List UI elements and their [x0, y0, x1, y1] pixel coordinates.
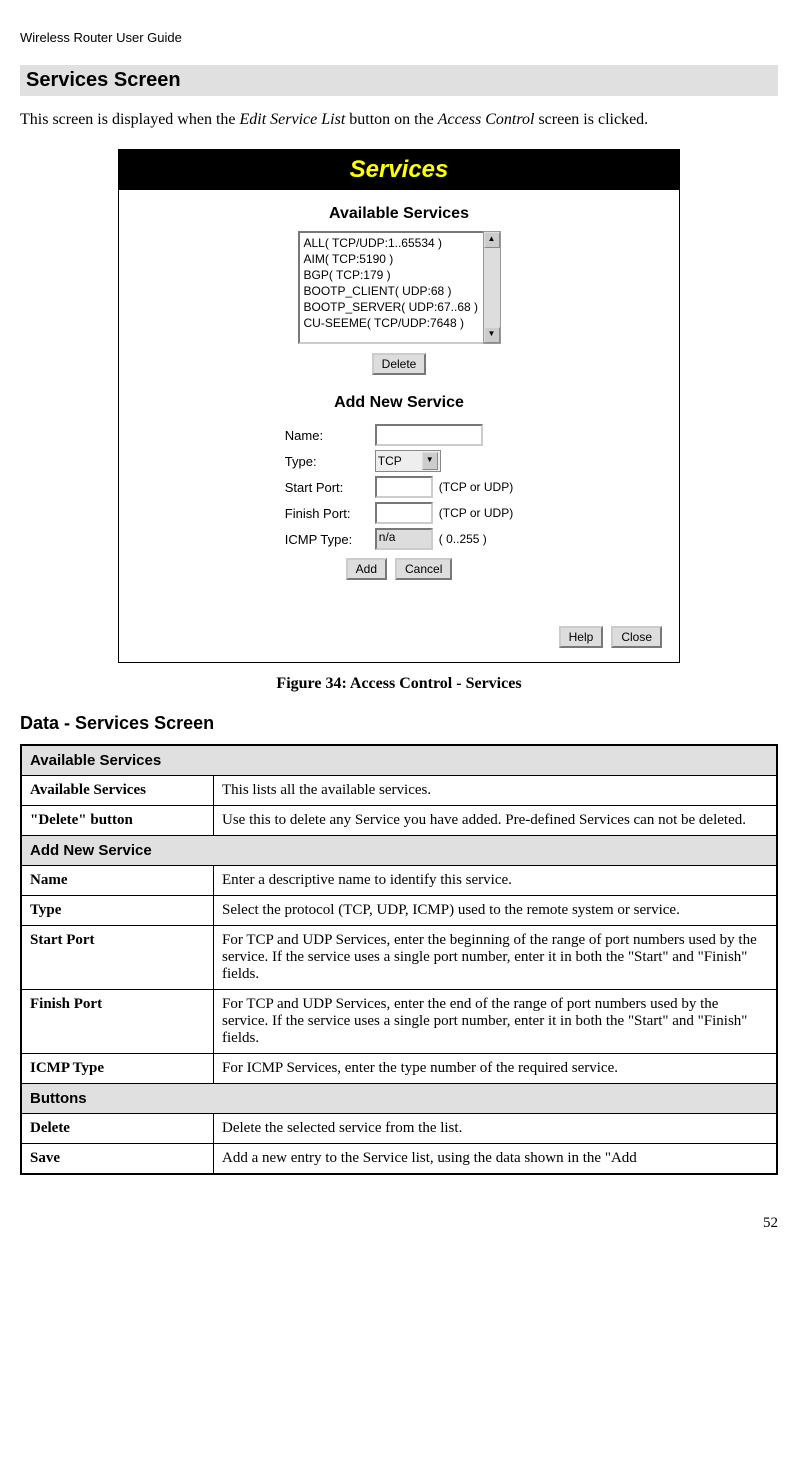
list-item[interactable]: BOOTP_CLIENT( UDP:68 )	[302, 283, 497, 299]
row-label: Save	[21, 1144, 214, 1175]
section-cell: Available Services	[21, 745, 777, 776]
row-text: Select the protocol (TCP, UDP, ICMP) use…	[214, 896, 778, 926]
start-port-label: Start Port:	[285, 480, 375, 495]
name-input[interactable]	[375, 424, 483, 446]
table-row: Start Port For TCP and UDP Services, ent…	[21, 926, 777, 990]
dialog-title: Services	[119, 150, 679, 190]
table-section-header: Add New Service	[21, 836, 777, 866]
row-label: Name	[21, 866, 214, 896]
port-suffix: (TCP or UDP)	[439, 506, 513, 520]
intro-paragraph: This screen is displayed when the Edit S…	[20, 111, 778, 129]
page-number: 52	[20, 1215, 778, 1232]
add-service-heading: Add New Service	[149, 394, 649, 412]
delete-button[interactable]: Delete	[372, 353, 427, 375]
table-section-header: Available Services	[21, 745, 777, 776]
icmp-type-input: n/a	[375, 528, 433, 550]
type-label: Type:	[285, 454, 375, 469]
list-item[interactable]: CU-SEEME( TCP/UDP:7648 )	[302, 315, 497, 331]
name-label: Name:	[285, 428, 375, 443]
add-button[interactable]: Add	[346, 558, 387, 580]
table-row: Type Select the protocol (TCP, UDP, ICMP…	[21, 896, 777, 926]
data-table: Available Services Available Services Th…	[20, 744, 778, 1175]
table-row: Finish Port For TCP and UDP Services, en…	[21, 990, 777, 1054]
section-cell: Add New Service	[21, 836, 777, 866]
services-dialog: Services Available Services ALL( TCP/UDP…	[118, 149, 680, 663]
icmp-type-label: ICMP Type:	[285, 532, 375, 547]
section-cell: Buttons	[21, 1084, 777, 1114]
help-button[interactable]: Help	[559, 626, 604, 648]
section-title: Services Screen	[20, 65, 778, 96]
row-text: Delete the selected service from the lis…	[214, 1114, 778, 1144]
row-label: Type	[21, 896, 214, 926]
type-select[interactable]: TCP ▼	[375, 450, 441, 472]
row-label: "Delete" button	[21, 806, 214, 836]
table-row: Name Enter a descriptive name to identif…	[21, 866, 777, 896]
row-text: For ICMP Services, enter the type number…	[214, 1054, 778, 1084]
table-row: Available Services This lists all the av…	[21, 776, 777, 806]
list-item[interactable]: BOOTP_SERVER( UDP:67..68 )	[302, 299, 497, 315]
row-text: This lists all the available services.	[214, 776, 778, 806]
row-text: Add a new entry to the Service list, usi…	[214, 1144, 778, 1175]
scroll-up-icon[interactable]: ▲	[484, 232, 500, 248]
services-listbox[interactable]: ALL( TCP/UDP:1..65534 ) AIM( TCP:5190 ) …	[298, 231, 501, 344]
row-text: For TCP and UDP Services, enter the begi…	[214, 926, 778, 990]
table-row: ICMP Type For ICMP Services, enter the t…	[21, 1054, 777, 1084]
row-text: For TCP and UDP Services, enter the end …	[214, 990, 778, 1054]
start-port-input[interactable]	[375, 476, 433, 498]
data-section-heading: Data - Services Screen	[20, 713, 778, 734]
finish-port-input[interactable]	[375, 502, 433, 524]
table-row: Delete Delete the selected service from …	[21, 1114, 777, 1144]
cancel-button[interactable]: Cancel	[395, 558, 452, 580]
list-item[interactable]: BGP( TCP:179 )	[302, 267, 497, 283]
list-item[interactable]: AIM( TCP:5190 )	[302, 251, 497, 267]
row-label: Start Port	[21, 926, 214, 990]
row-text: Enter a descriptive name to identify thi…	[214, 866, 778, 896]
scroll-down-icon[interactable]: ▼	[484, 327, 500, 343]
row-label: Available Services	[21, 776, 214, 806]
page-header: Wireless Router User Guide	[20, 30, 778, 45]
close-button[interactable]: Close	[611, 626, 662, 648]
port-suffix: (TCP or UDP)	[439, 480, 513, 494]
icmp-suffix: ( 0..255 )	[439, 532, 487, 546]
row-label: ICMP Type	[21, 1054, 214, 1084]
row-text: Use this to delete any Service you have …	[214, 806, 778, 836]
table-section-header: Buttons	[21, 1084, 777, 1114]
scrollbar[interactable]: ▲ ▼	[483, 231, 501, 344]
list-item[interactable]: ALL( TCP/UDP:1..65534 )	[302, 235, 497, 251]
available-services-heading: Available Services	[149, 205, 649, 223]
finish-port-label: Finish Port:	[285, 506, 375, 521]
table-row: Save Add a new entry to the Service list…	[21, 1144, 777, 1175]
row-label: Delete	[21, 1114, 214, 1144]
figure-caption: Figure 34: Access Control - Services	[20, 675, 778, 693]
table-row: "Delete" button Use this to delete any S…	[21, 806, 777, 836]
figure-container: Services Available Services ALL( TCP/UDP…	[20, 149, 778, 693]
chevron-down-icon: ▼	[422, 452, 438, 470]
row-label: Finish Port	[21, 990, 214, 1054]
